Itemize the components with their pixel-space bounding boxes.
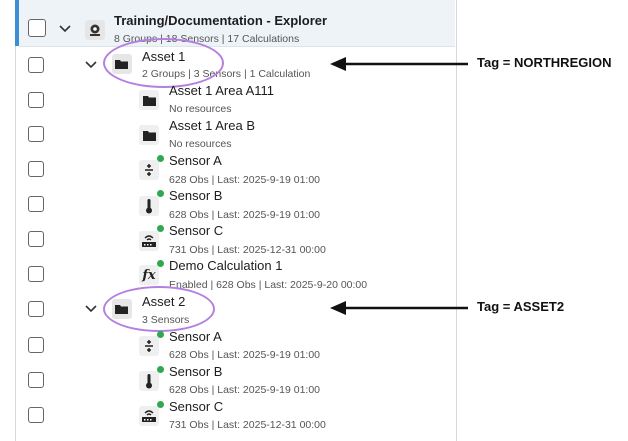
tree-item-summary: 628 Obs | Last: 2025-9-19 01:00 (169, 349, 320, 361)
plus-minus-icon (139, 160, 159, 180)
chevron-down-icon[interactable] (84, 302, 98, 316)
row-checkbox[interactable] (28, 337, 44, 353)
row-checkbox[interactable] (28, 126, 44, 142)
tree-item-title[interactable]: Sensor C (169, 223, 223, 238)
thermometer-icon (139, 196, 159, 216)
tree-item-summary: Enabled | 628 Obs | Last: 2025-9-20 00:0… (169, 279, 368, 291)
tree-item-summary: 628 Obs | Last: 2025-9-19 01:00 (169, 174, 320, 186)
tree-item-title[interactable]: Sensor A (169, 153, 222, 168)
annotation-arrow (330, 57, 468, 71)
row-checkbox[interactable] (28, 407, 44, 423)
status-dot (157, 331, 164, 338)
status-dot (157, 260, 164, 267)
highlight-ellipse (103, 38, 224, 88)
status-dot (157, 401, 164, 408)
tree-item-title[interactable]: Sensor B (169, 364, 222, 379)
plus-minus-icon (139, 336, 159, 356)
tree-item-title[interactable]: Sensor A (169, 329, 222, 344)
chevron-down-icon[interactable] (84, 58, 98, 72)
tree-item-title[interactable]: Sensor C (169, 399, 223, 414)
function-icon: fx (139, 265, 159, 285)
row-checkbox[interactable] (28, 301, 44, 317)
status-dot (157, 225, 164, 232)
root-title[interactable]: Training/Documentation - Explorer (114, 13, 327, 28)
tree-item-summary: No resources (169, 138, 232, 150)
tree-item-title[interactable]: Asset 1 Area A111 (169, 83, 274, 98)
highlight-ellipse (103, 286, 215, 332)
tree-item-title[interactable]: Demo Calculation 1 (169, 258, 282, 273)
annotation-label: Tag = NORTHREGION (477, 55, 612, 70)
status-dot (157, 366, 164, 373)
chevron-down-icon[interactable] (58, 22, 72, 36)
annotation-label: Tag = ASSET2 (477, 299, 565, 314)
router-icon (139, 406, 159, 426)
status-dot (157, 155, 164, 162)
router-icon (139, 231, 159, 251)
tree-item-summary: No resources (169, 103, 232, 115)
network-gear-icon (85, 20, 105, 40)
tree-item-title[interactable]: Asset 1 Area B (169, 118, 255, 133)
row-checkbox[interactable] (28, 231, 44, 247)
folder-icon (139, 90, 159, 110)
tree-item-summary: 731 Obs | Last: 2025-12-31 00:00 (169, 244, 326, 256)
row-checkbox[interactable] (28, 92, 44, 108)
row-checkbox[interactable] (28, 266, 44, 282)
annotation-arrow (330, 301, 468, 315)
status-dot (157, 190, 164, 197)
thermometer-icon (139, 371, 159, 391)
row-checkbox[interactable] (28, 372, 44, 388)
tree-item-summary: 628 Obs | Last: 2025-9-19 01:00 (169, 209, 320, 221)
row-checkbox[interactable] (28, 196, 44, 212)
tree-item-summary: 731 Obs | Last: 2025-12-31 00:00 (169, 419, 326, 431)
root-checkbox[interactable] (28, 19, 46, 37)
tree-item-summary: 628 Obs | Last: 2025-9-19 01:00 (169, 384, 320, 396)
folder-icon (139, 125, 159, 145)
row-checkbox[interactable] (28, 57, 44, 73)
selected-row-indicator (15, 0, 19, 46)
row-checkbox[interactable] (28, 161, 44, 177)
tree-item-title[interactable]: Sensor B (169, 188, 222, 203)
